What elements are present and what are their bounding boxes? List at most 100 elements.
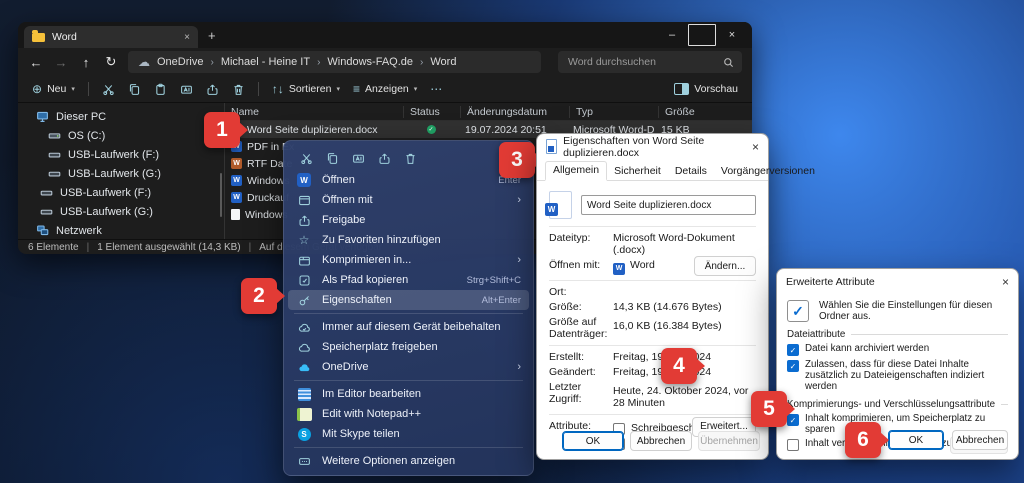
sidebar-item-netzwerk[interactable]: Netzwerk (18, 221, 224, 240)
preview-icon (674, 83, 689, 95)
command-bar: ⊕Neu▾ ↑↓Sortieren▾ ≡Anzeigen▾ ⋯ Vorschau (18, 76, 752, 103)
status-count: 6 Elemente (28, 242, 79, 253)
step-badge-4: 4 (661, 348, 697, 384)
cut-icon[interactable] (102, 83, 115, 96)
cut-icon[interactable] (300, 152, 313, 165)
rtf-file-icon (231, 158, 242, 169)
forward-button[interactable]: → (53, 55, 69, 70)
tab-sicherheit[interactable]: Sicherheit (607, 163, 668, 180)
breadcrumb[interactable]: ☁ OneDrive › Michael - Heine IT › Window… (128, 51, 541, 73)
toolbar-divider (258, 82, 259, 96)
breadcrumb-item[interactable]: Michael - Heine IT (221, 56, 310, 68)
search-box[interactable] (558, 51, 742, 73)
menu-item-compress[interactable]: Komprimieren in...› (284, 250, 533, 270)
dialog-tabs: Allgemein Sicherheit Details Vorgängerve… (537, 159, 768, 181)
menu-item-open[interactable]: ÖffnenEnter (284, 170, 533, 190)
search-input[interactable] (566, 55, 723, 69)
column-name[interactable]: Name (225, 106, 403, 118)
column-modified[interactable]: Änderungsdatum (460, 106, 569, 118)
delete-icon[interactable] (232, 83, 245, 96)
status-divider: | (249, 242, 252, 253)
explorer-tab[interactable]: Word × (24, 26, 198, 48)
onedrive-cloud-icon: ☁ (138, 55, 150, 69)
menu-item-edit-in-editor[interactable]: Im Editor bearbeiten (284, 384, 533, 404)
copy-icon[interactable] (326, 152, 339, 165)
share-icon (296, 214, 312, 227)
breadcrumb-item[interactable]: Word (430, 56, 456, 68)
rename-icon[interactable] (180, 83, 193, 96)
view-button[interactable]: ≡Anzeigen▾ (353, 82, 417, 96)
back-button[interactable]: ← (28, 55, 44, 70)
archive-checkbox[interactable] (787, 344, 799, 356)
tab-details[interactable]: Details (668, 163, 714, 180)
column-size[interactable]: Größe (658, 106, 723, 118)
menu-item-onedrive[interactable]: OneDrive› (284, 357, 533, 377)
word-app-icon (613, 263, 625, 275)
separator (549, 280, 756, 281)
refresh-button[interactable]: ↻ (103, 54, 119, 70)
menu-item-properties[interactable]: EigenschaftenAlt+Enter (288, 290, 529, 310)
separator (549, 226, 756, 227)
delete-icon[interactable] (404, 152, 417, 165)
tab-vorgaengerversionen[interactable]: Vorgängerversionen (714, 163, 822, 180)
rename-icon[interactable] (352, 152, 365, 165)
change-button[interactable]: Ändern... (694, 256, 756, 276)
maximize-button[interactable] (688, 25, 716, 45)
column-status[interactable]: Status (403, 106, 460, 118)
ok-button[interactable]: OK (562, 431, 624, 451)
sidebar-scrollbar[interactable] (220, 173, 222, 217)
word-document-icon (549, 191, 572, 219)
menu-item-more-options[interactable]: Weitere Optionen anzeigen (284, 451, 533, 471)
status-selection: 1 Element ausgewählt (14,3 KB) (97, 242, 240, 253)
group-file-attributes: Dateiattribute (787, 329, 1008, 340)
share-icon[interactable] (378, 152, 391, 165)
minimize-button[interactable]: – (658, 25, 686, 45)
step-badge-5: 5 (751, 391, 787, 427)
sidebar-item-usb-g2[interactable]: USB-Laufwerk (G:) (18, 202, 224, 221)
more-options-button[interactable]: ⋯ (430, 82, 442, 96)
close-button[interactable]: × (718, 25, 746, 45)
sidebar-item-os-c[interactable]: OS (C:) (18, 126, 224, 145)
menu-item-add-favorites[interactable]: ☆Zu Favoriten hinzufügen (284, 230, 533, 250)
sidebar-item-usb-f2[interactable]: USB-Laufwerk (F:) (18, 183, 224, 202)
search-icon (723, 57, 734, 68)
intro-row: ✓ Wählen Sie die Einstellungen für diese… (787, 300, 1008, 322)
index-checkbox[interactable] (787, 360, 799, 372)
menu-item-notepad-plus[interactable]: Edit with Notepad++ (284, 404, 533, 424)
column-type[interactable]: Typ (569, 106, 658, 118)
new-button[interactable]: ⊕Neu▾ (32, 82, 75, 96)
tab-close-icon[interactable]: × (184, 32, 190, 43)
menu-item-share[interactable]: Freigabe (284, 210, 533, 230)
desktop: Word × + – × ← → ↑ ↻ ☁ OneDrive › Michae… (0, 0, 1024, 483)
close-icon[interactable]: × (752, 140, 759, 154)
word-file-icon (231, 192, 242, 203)
filename-input[interactable] (581, 195, 756, 215)
close-icon[interactable]: × (1002, 275, 1009, 289)
sidebar-item-usb-f[interactable]: USB-Laufwerk (F:) (18, 145, 224, 164)
menu-item-open-with[interactable]: Öffnen mit› (284, 190, 533, 210)
encrypt-checkbox[interactable] (787, 439, 799, 451)
apply-button[interactable]: Übernehmen (698, 431, 760, 451)
open-with-row: Öffnen mit:Word Ändern... (549, 259, 756, 275)
ok-button[interactable]: OK (888, 430, 944, 450)
sort-button[interactable]: ↑↓Sortieren▾ (272, 82, 340, 96)
paste-icon[interactable] (154, 83, 167, 96)
up-button[interactable]: ↑ (78, 55, 94, 70)
menu-item-keep-on-device[interactable]: Immer auf diesem Gerät beibehalten (284, 317, 533, 337)
sidebar-item-dieser-pc[interactable]: Dieser PC (18, 107, 224, 126)
menu-item-skype-share[interactable]: Mit Skype teilen (284, 424, 533, 444)
breadcrumb-item[interactable]: Windows-FAQ.de (327, 56, 413, 68)
menu-item-free-space[interactable]: Speicherplatz freigeben (284, 337, 533, 357)
sidebar-item-usb-g[interactable]: USB-Laufwerk (G:) (18, 164, 224, 183)
copy-icon[interactable] (128, 83, 141, 96)
cancel-button[interactable]: Abbrechen (952, 430, 1008, 450)
menu-item-copy-path[interactable]: Als Pfad kopierenStrg+Shift+C (284, 270, 533, 290)
preview-toggle[interactable]: Vorschau (674, 83, 738, 95)
menu-separator (294, 313, 523, 314)
share-icon[interactable] (206, 83, 219, 96)
cancel-button[interactable]: Abbrechen (630, 431, 692, 451)
submenu-arrow-icon: › (517, 254, 521, 266)
breadcrumb-item[interactable]: OneDrive (157, 56, 203, 68)
tab-allgemein[interactable]: Allgemein (545, 161, 607, 181)
new-tab-button[interactable]: + (208, 28, 216, 43)
